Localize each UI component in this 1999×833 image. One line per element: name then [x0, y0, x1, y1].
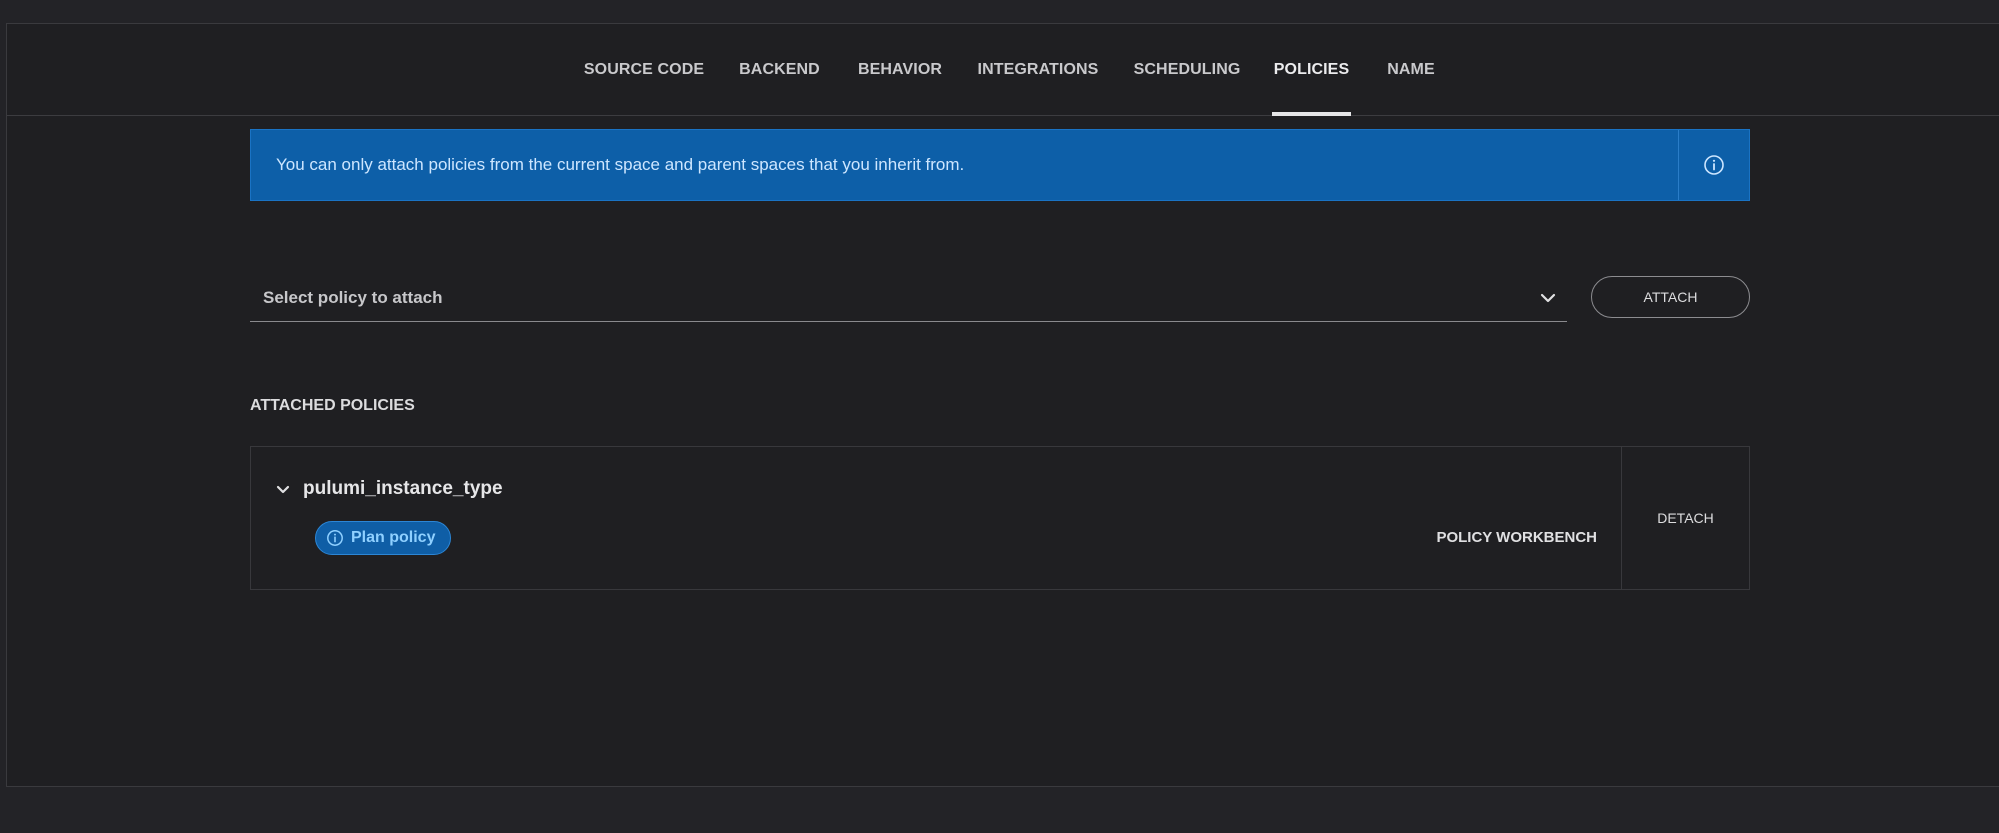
info-icon: [1704, 155, 1724, 175]
tab-policies[interactable]: POLICIES: [1271, 24, 1352, 116]
info-icon: [327, 530, 343, 546]
banner-info-button[interactable]: [1678, 130, 1749, 200]
policy-card-main: pulumi_instance_type Plan policy POLICY …: [251, 447, 1622, 589]
policy-type-badge: Plan policy: [315, 521, 451, 555]
info-banner: You can only attach policies from the cu…: [250, 129, 1750, 201]
policy-select[interactable]: Select policy to attach: [250, 275, 1567, 322]
attached-policies-heading: ATTACHED POLICIES: [250, 397, 415, 414]
tab-backend[interactable]: BACKEND: [732, 24, 827, 116]
policy-card: pulumi_instance_type Plan policy POLICY …: [250, 446, 1750, 590]
chevron-down-icon: [1533, 283, 1563, 313]
policy-name: pulumi_instance_type: [303, 478, 503, 499]
tab-source-code[interactable]: SOURCE CODE: [584, 24, 704, 116]
detach-button[interactable]: DETACH: [1622, 447, 1749, 589]
attach-button[interactable]: ATTACH: [1591, 276, 1750, 318]
tab-scheduling[interactable]: SCHEDULING: [1131, 24, 1243, 116]
policy-select-placeholder: Select policy to attach: [263, 288, 443, 307]
policy-type-label: Plan policy: [351, 529, 436, 546]
active-tab-indicator: [1272, 112, 1351, 116]
banner-message: You can only attach policies from the cu…: [276, 155, 965, 174]
tab-bar: SOURCE CODE BACKEND BEHAVIOR INTEGRATION…: [7, 24, 1999, 116]
tab-name[interactable]: NAME: [1380, 24, 1442, 116]
tab-integrations[interactable]: INTEGRATIONS: [973, 24, 1103, 116]
collapse-chevron-icon[interactable]: [273, 480, 293, 500]
policy-workbench-link[interactable]: POLICY WORKBENCH: [1436, 529, 1597, 546]
tab-behavior[interactable]: BEHAVIOR: [855, 24, 945, 116]
